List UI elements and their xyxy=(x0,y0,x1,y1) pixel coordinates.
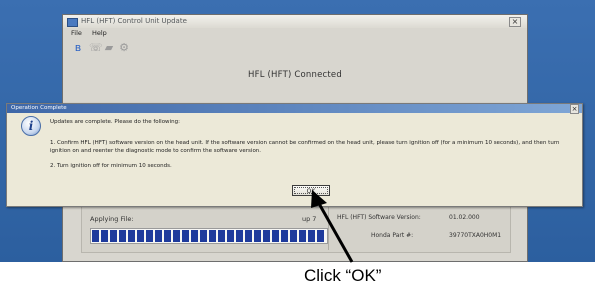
callout-text: Click “OK” xyxy=(304,266,382,285)
callout-arrow-icon xyxy=(311,190,354,263)
